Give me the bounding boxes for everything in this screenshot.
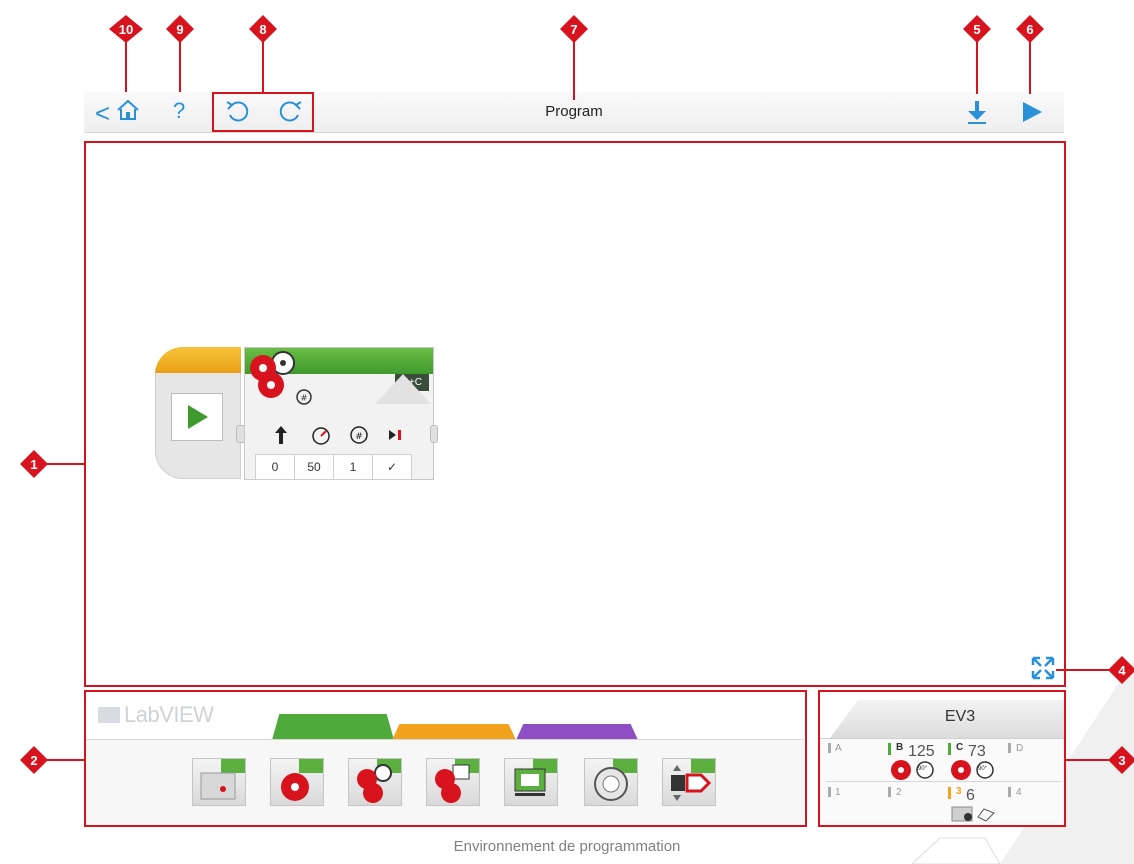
parameter-values: 0 50 1 ✓ <box>255 454 427 480</box>
callout-1: 1 <box>20 450 48 478</box>
callout-6: 6 <box>1016 15 1044 43</box>
svg-text:#: # <box>355 432 363 442</box>
callout-4: 4 <box>1108 656 1134 684</box>
callout-5: 5 <box>963 15 991 43</box>
callout-leader <box>46 463 84 465</box>
svg-text:#: # <box>301 394 308 403</box>
callout-2: 2 <box>20 746 48 774</box>
rotations-mode-icon[interactable]: # <box>295 388 313 406</box>
callout-leader <box>1029 42 1031 94</box>
rotations-value[interactable]: 1 <box>333 454 373 480</box>
run-icon[interactable] <box>1020 100 1044 124</box>
callout-10: 10 <box>109 15 143 43</box>
fullscreen-icon[interactable] <box>1030 655 1056 681</box>
help-button[interactable]: ? <box>173 99 185 123</box>
start-block[interactable] <box>155 347 241 479</box>
start-block-header <box>155 347 241 373</box>
hardware-page <box>818 690 1066 827</box>
move-steering-block[interactable]: B+C # # 0 50 1 ✓ <box>244 347 434 480</box>
back-button[interactable]: < <box>95 100 110 126</box>
power-gauge-icon <box>312 427 330 445</box>
brake-value[interactable]: ✓ <box>372 454 412 480</box>
block-pattern <box>375 374 431 404</box>
callout-leader <box>573 42 575 100</box>
power-value[interactable]: 50 <box>294 454 334 480</box>
start-play-box <box>171 393 223 441</box>
undo-redo-frame <box>212 92 314 132</box>
callout-leader <box>976 42 978 94</box>
callout-9: 9 <box>166 15 194 43</box>
callout-leader <box>1066 759 1110 761</box>
callout-leader <box>1056 669 1110 671</box>
callout-leader <box>179 42 181 92</box>
callout-3: 3 <box>1108 746 1134 774</box>
steering-arrow-icon <box>275 426 287 444</box>
home-icon[interactable] <box>116 99 140 121</box>
callout-leader <box>125 42 127 92</box>
steering-motors-icon <box>250 351 295 398</box>
programming-palette <box>84 690 807 827</box>
rotations-icon: # <box>350 426 368 444</box>
steering-value[interactable]: 0 <box>255 454 295 480</box>
parameter-icons: # <box>251 423 429 447</box>
download-icon[interactable] <box>965 99 989 125</box>
figure-caption: Environnement de programmation <box>453 838 681 855</box>
callout-leader <box>262 42 264 92</box>
callout-7: 7 <box>560 15 588 43</box>
play-icon <box>188 405 208 429</box>
brake-at-end-icon <box>389 430 401 440</box>
block-connector-out <box>430 425 438 443</box>
callout-8: 8 <box>249 15 277 43</box>
callout-leader <box>46 759 84 761</box>
